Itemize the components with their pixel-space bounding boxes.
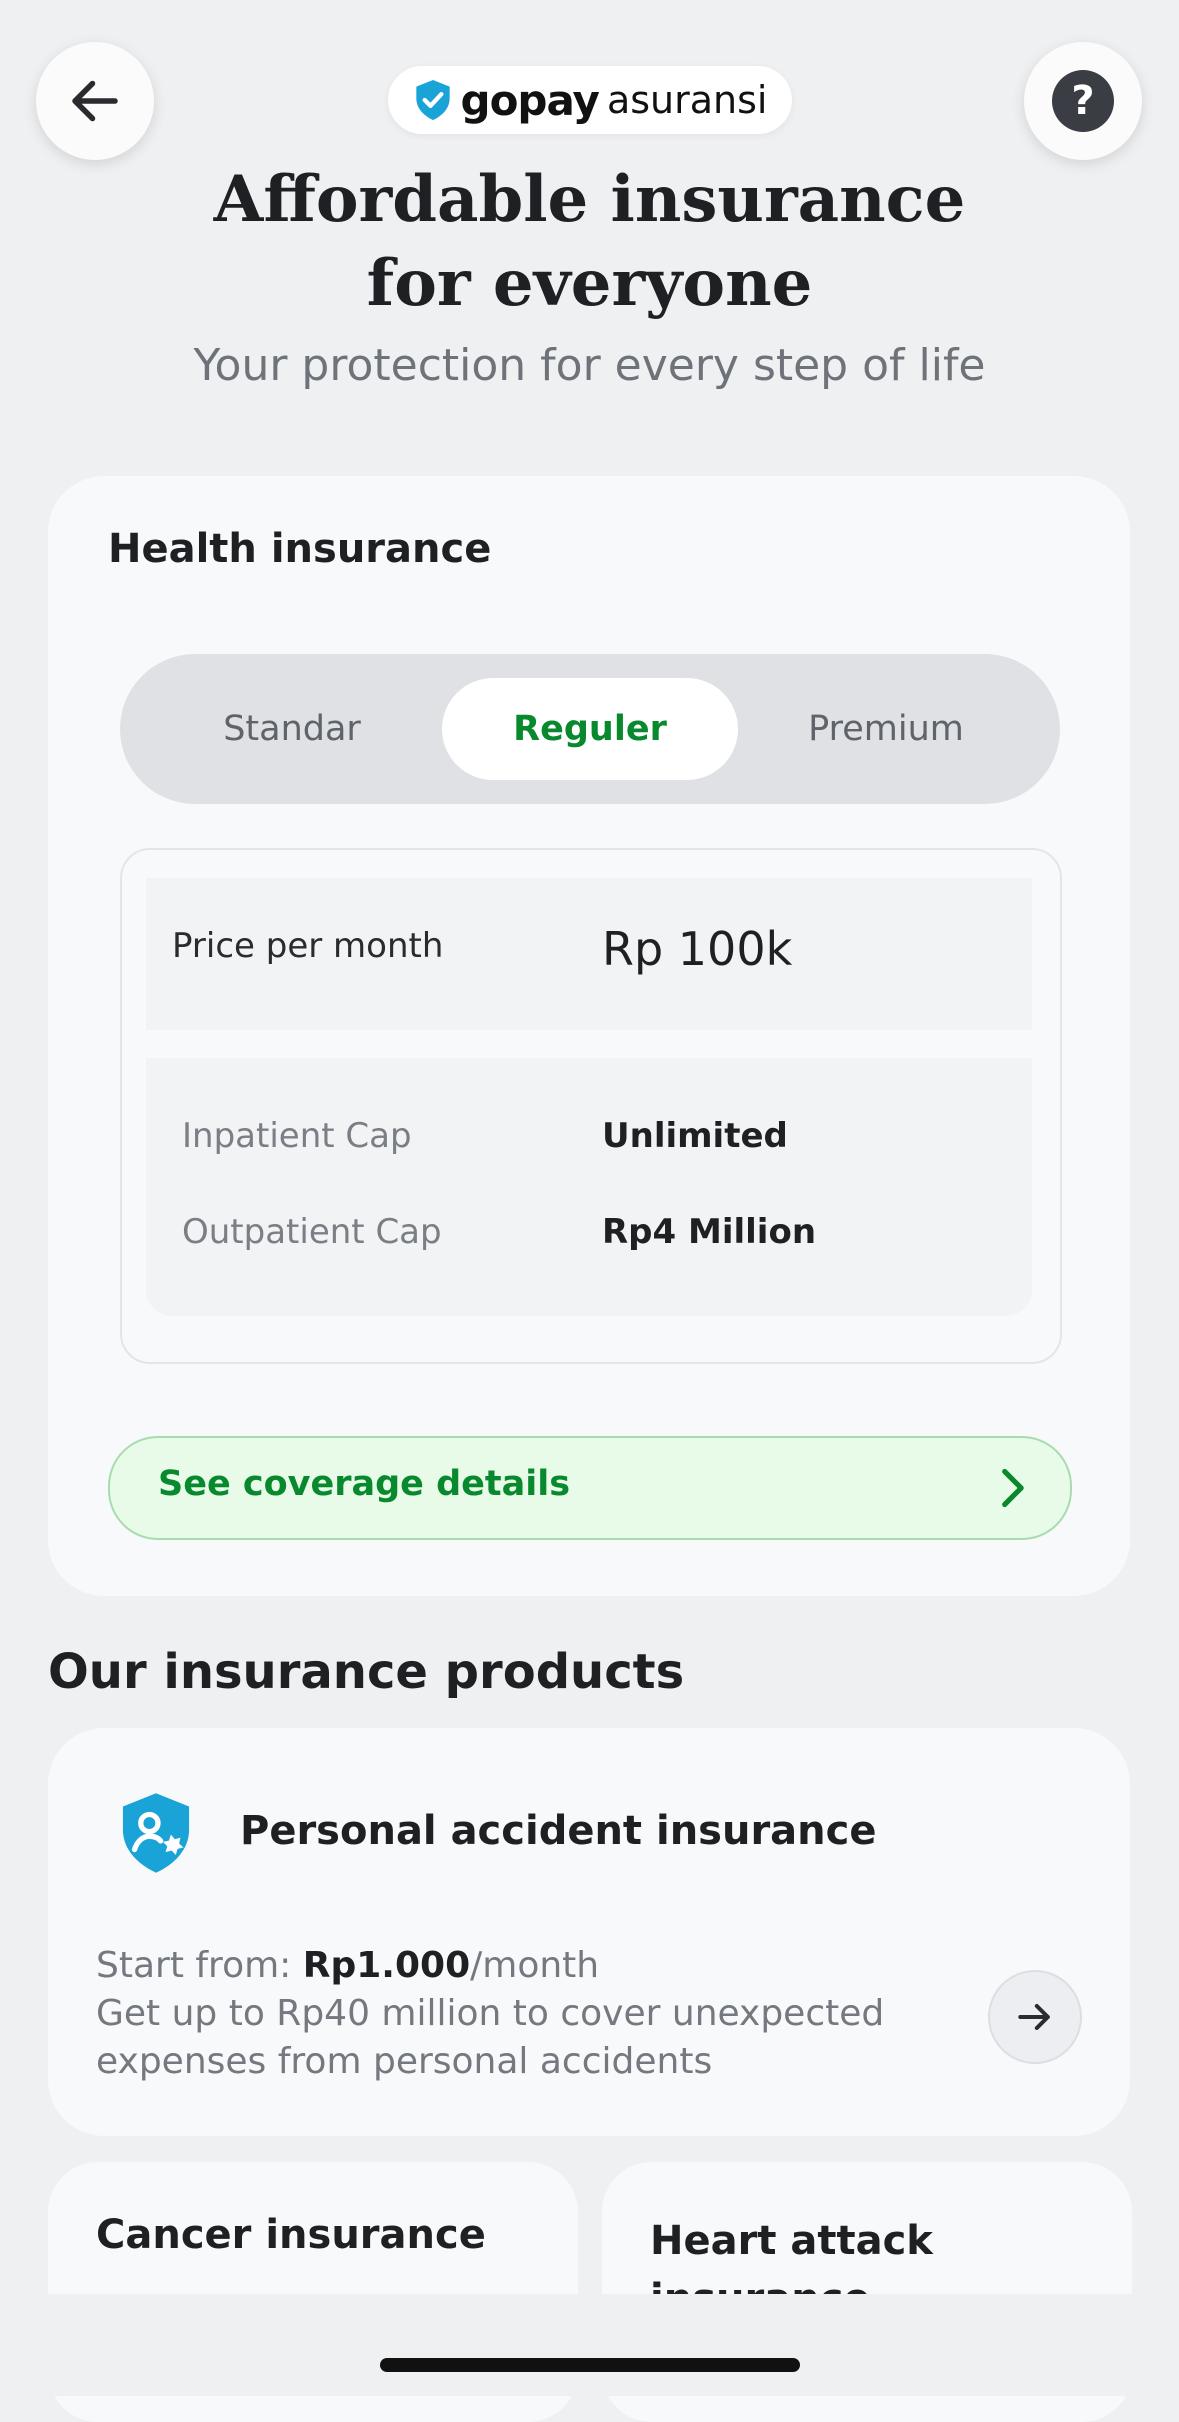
page-title: Affordable insurance for everyone <box>213 162 966 321</box>
start-from-suffix: /month <box>470 1945 600 1986</box>
bottom-safe-area <box>0 2294 1179 2396</box>
help-glyph: ? <box>1071 78 1095 124</box>
question-icon: ? <box>1052 70 1114 132</box>
plan-details: Price per month Rp 100k Inpatient Cap Un… <box>120 848 1062 1364</box>
price-label: Price per month <box>172 926 444 966</box>
arrow-right-icon <box>1018 2003 1050 2031</box>
tab-premium[interactable]: Premium <box>738 678 1034 780</box>
cancer-insurance-title: Cancer insurance <box>96 2212 486 2258</box>
price-value: Rp 100k <box>602 922 793 976</box>
start-from-price: Rp1.000 <box>302 1945 471 1986</box>
personal-accident-go-button[interactable] <box>988 1970 1082 2064</box>
page-subtitle: Your protection for every step of life <box>193 340 986 391</box>
outpatient-cap-label: Outpatient Cap <box>182 1212 442 1252</box>
personal-accident-details: Start from: Rp1.000/month Get up to Rp40… <box>96 1942 956 2086</box>
tab-standar[interactable]: Standar <box>144 678 440 780</box>
products-section-title: Our insurance products <box>48 1644 685 1700</box>
brand-logo: gopay asuransi <box>388 66 792 134</box>
personal-accident-card[interactable]: Personal accident insurance Start from: … <box>48 1728 1130 2136</box>
personal-accident-icon <box>122 1793 190 1873</box>
plan-tier-selector: Standar Reguler Premium <box>120 654 1060 804</box>
help-button[interactable]: ? <box>1024 42 1142 160</box>
personal-accident-title: Personal accident insurance <box>240 1808 877 1854</box>
inpatient-cap-value: Unlimited <box>602 1116 788 1156</box>
health-insurance-card: Health insurance Standar Reguler Premium… <box>48 476 1130 1596</box>
inpatient-cap-label: Inpatient Cap <box>182 1116 412 1156</box>
shield-check-icon <box>415 80 450 120</box>
start-from-label: Start from: <box>96 1945 303 1986</box>
outpatient-cap-value: Rp4 Million <box>602 1212 817 1252</box>
tab-reguler[interactable]: Reguler <box>442 678 738 780</box>
personal-accident-description: Get up to Rp40 million to cover unexpect… <box>96 1993 885 2082</box>
see-coverage-details-button[interactable]: See coverage details <box>108 1436 1072 1540</box>
cta-label: See coverage details <box>158 1464 571 1504</box>
arrow-left-icon <box>72 80 118 122</box>
brand-gopay: gopay <box>460 75 600 125</box>
back-button[interactable] <box>36 42 154 160</box>
coverage-caps: Inpatient Cap Unlimited Outpatient Cap R… <box>146 1058 1032 1316</box>
chevron-right-icon <box>1002 1468 1024 1508</box>
brand-asuransi: asuransi <box>606 78 768 122</box>
health-insurance-title: Health insurance <box>108 526 492 572</box>
price-row: Price per month Rp 100k <box>146 878 1032 1030</box>
home-indicator[interactable] <box>380 2358 800 2372</box>
